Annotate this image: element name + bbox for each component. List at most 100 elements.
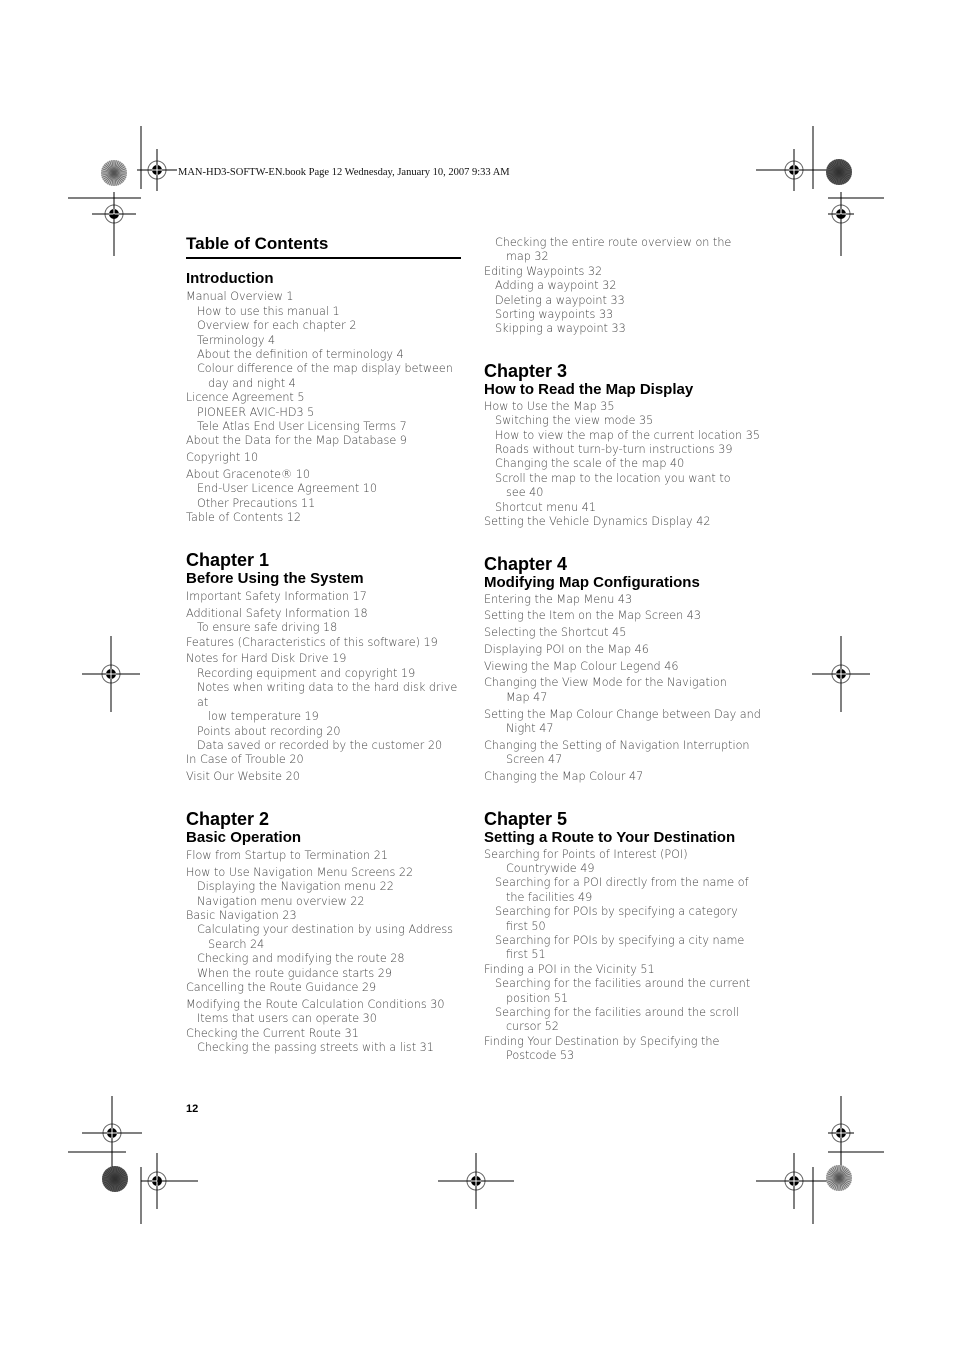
toc-entry[interactable]: Displaying POI on the Map 46 [484,643,769,657]
toc-entry[interactable]: Searching for a POI directly from the na… [484,876,769,905]
registration-target-icon [137,149,177,191]
toc-entry[interactable]: Basic Navigation 23 [186,909,471,923]
toc-entry[interactable]: Cancelling the Route Guidance 29 [186,981,471,995]
toc-entry-text: Viewing the Map Colour Legend 46 [484,659,679,673]
toc-entry[interactable]: Checking the Current Route 31 [186,1027,471,1041]
toc-entry[interactable]: Setting the Item on the Map Screen 43 [484,609,769,623]
toc-entry-continuation: see 40 [506,486,544,500]
toc-entry[interactable]: Checking the entire route overview on th… [484,236,769,265]
toc-entry[interactable]: Searching for POIs by specifying a categ… [484,905,769,934]
toc-entry[interactable]: In Case of Trouble 20 [186,753,471,767]
toc-entry[interactable]: Additional Safety Information 18 [186,607,471,621]
toc-entry[interactable]: Editing Waypoints 32 [484,265,769,279]
toc-entry[interactable]: Visit Our Website 20 [186,770,471,784]
toc-entry[interactable]: Manual Overview 1 [186,290,471,304]
toc-entry[interactable]: Table of Contents 12 [186,511,471,525]
toc-entry[interactable]: Important Safety Information 17 [186,590,471,604]
toc-entry-text: How to Use Navigation Menu Screens 22 [186,865,414,879]
toc-entry[interactable]: Changing the scale of the map 40 [484,457,769,471]
toc-entry[interactable]: About Gracenote® 10 [186,468,471,482]
toc-entry-text: Scroll the map to the location you want … [495,471,731,485]
toc-entry-text: To ensure safe driving 18 [197,621,338,635]
chapter-heading: Modifying Map Configurations [484,573,700,591]
toc-entry[interactable]: End-User Licence Agreement 10 [186,482,471,496]
toc-entry[interactable]: Skipping a waypoint 33 [484,322,769,336]
section-chapter-2: Chapter 2 Basic Operation Flow from Star… [186,809,471,1056]
toc-entry[interactable]: Points about recording 20 [186,725,471,739]
toc-entry-text: Adding a waypoint 32 [495,279,617,293]
chapter-label: Chapter 2 [186,808,270,829]
toc-entry[interactable]: Selecting the Shortcut 45 [484,626,769,640]
toc-entry[interactable]: Colour difference of the map display bet… [186,362,471,391]
color-bar-disc-icon [826,159,852,185]
toc-entry[interactable]: Shortcut menu 41 [484,501,769,515]
toc-entry[interactable]: Copyright 10 [186,451,471,465]
toc-entry[interactable]: Adding a waypoint 32 [484,279,769,293]
toc-entry-text: Sorting waypoints 33 [495,308,614,322]
toc-entry[interactable]: Overview for each chapter 2 [186,319,471,333]
toc-entry[interactable]: About the Data for the Map Database 9 [186,434,471,448]
toc-entry-text: Terminology 4 [197,333,276,347]
toc-entry[interactable]: Navigation menu overview 22 [186,895,471,909]
toc-entry[interactable]: Notes for Hard Disk Drive 19 [186,652,471,666]
registration-target-icon [82,1096,142,1170]
toc-entry[interactable]: Changing the View Mode for the Navigatio… [484,676,769,705]
toc-entry[interactable]: Tele Atlas End User Licensing Terms 7 [186,420,471,434]
toc-entry[interactable]: Licence Agreement 5 [186,391,471,405]
toc-entry[interactable]: How to use this manual 1 [186,305,471,319]
toc-entry-text: Searching for POIs by specifying a city … [495,933,745,947]
toc-entry[interactable]: Switching the view mode 35 [484,414,769,428]
toc-entry-continuation: Screen 47 [506,753,563,767]
toc-entry[interactable]: Sorting waypoints 33 [484,308,769,322]
registration-target-icon [756,149,832,191]
toc-entry[interactable]: Recording equipment and copyright 19 [186,667,471,681]
toc-entry[interactable]: Modifying the Route Calculation Conditio… [186,998,471,1012]
toc-entry-text: Checking the entire route overview on th… [495,236,732,249]
toc-entry[interactable]: Viewing the Map Colour Legend 46 [484,660,769,674]
toc-entry[interactable]: How to Use Navigation Menu Screens 22 [186,866,471,880]
toc-entry[interactable]: Searching for the facilities around the … [484,977,769,1006]
toc-entry[interactable]: Searching for the facilities around the … [484,1006,769,1035]
toc-entry[interactable]: Features (Characteristics of this softwa… [186,636,471,650]
toc-entry-text: Notes when writing data to the hard disk… [197,681,458,709]
toc-entry[interactable]: When the route guidance starts 29 [186,967,471,981]
toc-entry[interactable]: Searching for Points of Interest (POI) Co… [484,848,769,877]
section-chapter-1: Chapter 1 Before Using the System Import… [186,550,471,785]
toc-entry-text: Shortcut menu 41 [495,500,596,514]
section-chapter-4: Chapter 4 Modifying Map Configurations E… [484,554,769,785]
toc-entry[interactable]: Setting the Vehicle Dynamics Display 42 [484,515,769,529]
toc-entry-text: Changing the View Mode for the Navigatio… [484,676,727,690]
toc-entry[interactable]: Searching for POIs by specifying a city … [484,934,769,963]
toc-entry[interactable]: Items that users can operate 30 [186,1012,471,1026]
toc-entry[interactable]: Scroll the map to the location you want … [484,472,769,501]
toc-entry[interactable]: Checking and modifying the route 28 [186,952,471,966]
toc-entry-text: Entering the Map Menu 43 [484,592,633,606]
toc-entry[interactable]: Notes when writing data to the hard disk… [186,681,471,724]
toc-entry[interactable]: Roads without turn-by-turn instructions … [484,443,769,457]
toc-entry[interactable]: To ensure safe driving 18 [186,621,471,635]
toc-entry[interactable]: Setting the Map Colour Change between Da… [484,708,769,737]
toc-entry[interactable]: PIONEER AVIC-HD3 5 [186,406,471,420]
toc-entry[interactable]: Finding Your Destination by Specifying t… [484,1035,769,1064]
registration-target-icon [756,1153,832,1209]
toc-entry[interactable]: Changing the Setting of Navigation Inter… [484,739,769,768]
toc-entry[interactable]: Displaying the Navigation menu 22 [186,880,471,894]
toc-entry[interactable]: Deleting a waypoint 33 [484,294,769,308]
toc-entry-text: Displaying POI on the Map 46 [484,642,649,656]
chapter-heading: How to Read the Map Display [484,380,694,398]
toc-entry-text: Copyright 10 [186,451,259,465]
toc-entry[interactable]: Flow from Startup to Termination 21 [186,849,471,863]
toc-entry[interactable]: How to view the map of the current locat… [484,429,769,443]
toc-entry[interactable]: Checking the passing streets with a list… [186,1041,471,1055]
toc-entry[interactable]: Entering the Map Menu 43 [484,593,769,607]
toc-entry[interactable]: Other Precautions 11 [186,497,471,511]
print-header: MAN-HD3-SOFTW-EN.book Page 12 Wednesday,… [178,167,510,178]
toc-entry[interactable]: Finding a POI in the Vicinity 51 [484,963,769,977]
toc-entry[interactable]: Data saved or recorded by the customer 2… [186,739,471,753]
toc-entry[interactable]: About the definition of terminology 4 [186,348,471,362]
toc-entry[interactable]: Terminology 4 [186,334,471,348]
toc-entry[interactable]: Changing the Map Colour 47 [484,770,769,784]
toc-entry[interactable]: Calculating your destination by using Ad… [186,923,471,952]
toc-entry[interactable]: How to Use the Map 35 [484,400,769,414]
toc-entry-text: Checking and modifying the route 28 [197,952,405,966]
